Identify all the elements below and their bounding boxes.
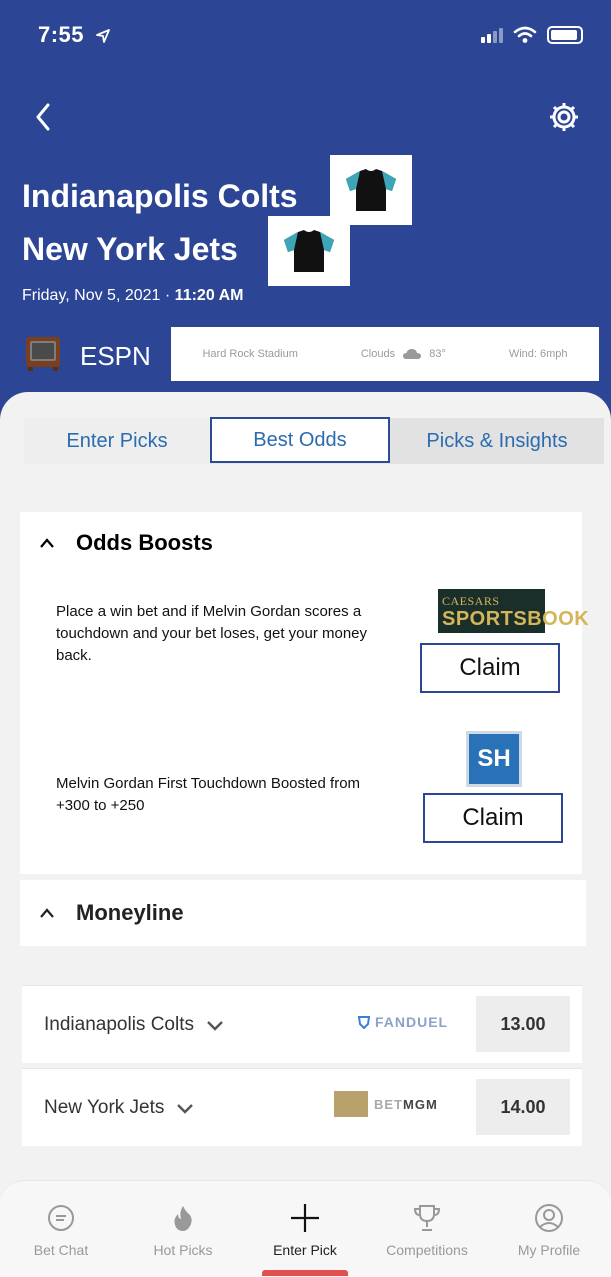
moneyline-row: New York Jets BETMGM 14.00 <box>22 1068 582 1146</box>
active-tab-indicator <box>262 1270 348 1276</box>
tab-best-odds[interactable]: Best Odds <box>210 417 390 463</box>
boost-offer-text: Melvin Gordan First Touchdown Boosted fr… <box>56 775 361 814</box>
cellular-signal-icon <box>481 27 503 43</box>
weather-bar: Hard Rock Stadium Clouds 83° Wind: 6mph <box>171 327 599 381</box>
battery-icon <box>547 26 583 44</box>
fanduel-logo: FANDUEL <box>357 1014 448 1030</box>
odds-button[interactable]: 14.00 <box>476 1079 570 1135</box>
cloud-icon <box>403 349 422 360</box>
odds-boosts-panel: Odds Boosts Place a win bet and if Melvi… <box>20 512 589 874</box>
caret-up-icon <box>40 908 54 918</box>
chevron-down-icon <box>207 1021 223 1031</box>
weather-condition: Clouds 83° <box>360 347 446 360</box>
moneyline-team[interactable]: Indianapolis Colts <box>44 1014 224 1036</box>
odds-boosts-header[interactable]: Odds Boosts <box>40 530 213 556</box>
tv-icon <box>26 337 60 371</box>
nav-hot-picks[interactable]: Hot Picks <box>122 1181 244 1277</box>
nav-my-profile[interactable]: My Profile <box>488 1181 610 1277</box>
tab-bar: Enter Picks Best Odds Picks & Insights <box>24 417 604 464</box>
gear-icon[interactable] <box>547 100 581 134</box>
wind-speed: Wind: 6mph <box>508 348 568 360</box>
nav-bet-chat[interactable]: Bet Chat <box>0 1181 122 1277</box>
plus-icon <box>291 1204 319 1232</box>
chat-bubble-icon <box>48 1205 74 1231</box>
bottom-nav: Bet Chat Hot Picks Enter Pick Competitio… <box>0 1180 611 1277</box>
home-team-jersey-icon <box>330 155 412 225</box>
boost-offer-text: Place a win bet and if Melvin Gordan sco… <box>56 603 368 664</box>
trophy-icon <box>413 1205 441 1231</box>
wifi-icon <box>513 26 537 43</box>
back-chevron-icon[interactable] <box>30 100 56 134</box>
home-team-name: Indianapolis Colts <box>22 178 298 214</box>
shield-icon <box>357 1016 371 1029</box>
moneyline-title: Moneyline <box>76 900 184 925</box>
status-icons <box>481 26 583 44</box>
chevron-down-icon <box>177 1104 194 1114</box>
claim-button[interactable]: Claim <box>423 793 563 843</box>
moneyline-header[interactable]: Moneyline <box>20 880 586 946</box>
profile-icon <box>535 1204 563 1232</box>
stadium-name: Hard Rock Stadium <box>202 348 298 360</box>
away-team-jersey-icon <box>268 216 350 286</box>
location-arrow-icon <box>95 29 110 44</box>
claim-button[interactable]: Claim <box>420 643 560 693</box>
away-team-name: New York Jets <box>22 231 238 267</box>
odds-button[interactable]: 13.00 <box>476 996 570 1052</box>
nav-enter-pick[interactable]: Enter Pick <box>244 1181 366 1277</box>
flame-icon <box>174 1206 192 1231</box>
tv-network: ESPN <box>80 341 151 371</box>
betmgm-lion-icon <box>334 1091 368 1117</box>
sh-sportsbook-logo: SH <box>466 731 522 787</box>
betmgm-logo: BETMGM <box>334 1091 438 1117</box>
moneyline-row: Indianapolis Colts FANDUEL 13.00 <box>22 985 582 1063</box>
caret-up-icon <box>40 538 54 548</box>
tab-enter-picks[interactable]: Enter Picks <box>24 418 210 464</box>
game-header: 7:55 Indianapolis Colts New York Jets Fr… <box>0 0 611 430</box>
caesars-sportsbook-logo: CAESARS SPORTSBOOK <box>438 589 589 633</box>
tab-picks-insights[interactable]: Picks & Insights <box>390 418 604 464</box>
moneyline-team[interactable]: New York Jets <box>44 1097 194 1119</box>
status-time: 7:55 <box>38 22 111 48</box>
game-datetime: Friday, Nov 5, 2021 · 11:20 AM <box>22 287 244 304</box>
nav-competitions[interactable]: Competitions <box>366 1181 488 1277</box>
